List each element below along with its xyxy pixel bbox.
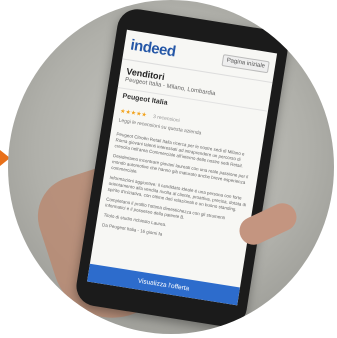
phone-screen: indeed Pagina iniziale Venditori Peugeot… [87, 29, 278, 306]
home-button[interactable]: Pagina iniziale [221, 53, 270, 73]
rating-stars-icon: ★★★★★ [119, 108, 148, 119]
photo-circle: indeed Pagina iniziale Venditori Peugeot… [8, 0, 334, 334]
view-offer-button[interactable]: Visualizza l'offerta [87, 263, 241, 306]
indeed-logo[interactable]: indeed [129, 37, 176, 61]
smartphone: indeed Pagina iniziale Venditori Peugeot… [73, 6, 291, 330]
reviews-count[interactable]: 3 recensioni [153, 114, 181, 124]
